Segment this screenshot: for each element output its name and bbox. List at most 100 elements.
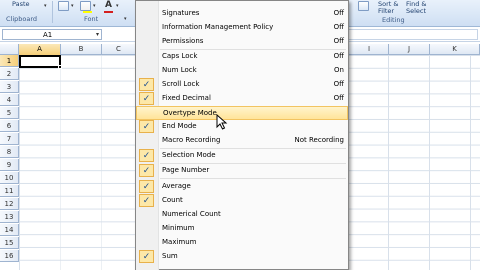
check-icon: ✓ — [139, 250, 154, 263]
menu-item-value: Off — [333, 52, 344, 60]
active-cell[interactable] — [19, 55, 61, 68]
menu-item-numerical-count[interactable]: Numerical Count — [136, 208, 348, 222]
column-header-b[interactable]: B — [61, 44, 102, 55]
menu-separator — [160, 178, 346, 179]
menu-item-scroll-lock[interactable]: ✓ Scroll Lock Off — [136, 78, 348, 92]
menu-item-sum[interactable]: ✓ Sum — [136, 250, 348, 264]
formula-controls — [105, 29, 137, 40]
font-group-label: Font — [84, 15, 99, 23]
menu-item-label: Macro Recording — [162, 136, 221, 144]
check-icon: ✓ — [139, 180, 154, 193]
name-box-value: A1 — [43, 31, 53, 39]
column-header-c[interactable]: C — [102, 44, 136, 55]
menu-item-macro-recording[interactable]: Macro Recording Not Recording — [136, 134, 348, 148]
row-header[interactable]: 9 — [0, 159, 19, 171]
check-icon: ✓ — [139, 149, 154, 162]
fill-color-bar — [83, 11, 92, 13]
menu-item-signatures[interactable]: Signatures Off — [136, 7, 348, 21]
menu-item-minimum[interactable]: Minimum — [136, 222, 348, 236]
menu-item-label: Scroll Lock — [162, 80, 200, 88]
column-header-a[interactable]: A — [19, 44, 61, 55]
menu-item-label: Minimum — [162, 224, 195, 232]
menu-item-selection-mode[interactable]: ✓ Selection Mode — [136, 149, 348, 163]
row-header[interactable]: 1 — [0, 55, 19, 67]
menu-item-value: Off — [333, 37, 344, 45]
row-header[interactable]: 7 — [0, 133, 19, 145]
menu-item-num-lock[interactable]: Num Lock On — [136, 64, 348, 78]
font-launcher-icon[interactable]: ▾ — [124, 16, 127, 22]
check-icon: ✓ — [139, 164, 154, 177]
font-color-icon[interactable]: A — [105, 0, 112, 10]
menu-item-caps-lock[interactable]: Caps Lock Off — [136, 50, 348, 64]
menu-item-label: Fixed Decimal — [162, 94, 211, 102]
row-header[interactable]: 2 — [0, 68, 19, 80]
menu-item-label: Num Lock — [162, 66, 197, 74]
menu-item-label: Overtype Mode — [163, 109, 217, 117]
row-header[interactable]: 3 — [0, 81, 19, 93]
fill-color-icon[interactable] — [80, 1, 91, 11]
row-header[interactable]: 5 — [0, 107, 19, 119]
clipboard-launcher-icon[interactable]: ▾ — [44, 3, 47, 9]
menu-item-maximum[interactable]: Maximum — [136, 236, 348, 250]
editing-group-label: Editing — [382, 16, 405, 24]
menu-item-value: Off — [333, 94, 344, 102]
menu-item-end-mode[interactable]: ✓ End Mode — [136, 120, 348, 134]
row-header[interactable]: 13 — [0, 211, 19, 223]
menu-item-label: Sum — [162, 252, 178, 260]
paste-button[interactable]: Paste — [12, 0, 30, 9]
menu-item-label: Permissions — [162, 37, 204, 45]
select-all-corner[interactable] — [0, 44, 19, 55]
menu-item-fixed-decimal[interactable]: ✓ Fixed Decimal Off — [136, 92, 348, 106]
menu-item-label: Numerical Count — [162, 210, 221, 218]
row-header[interactable]: 4 — [0, 94, 19, 106]
name-box-dropdown-icon[interactable]: ▾ — [96, 31, 99, 38]
row-header[interactable]: 16 — [0, 250, 19, 262]
menu-item-label: Average — [162, 182, 191, 190]
menu-item-value: Not Recording — [294, 136, 345, 144]
row-header[interactable]: 8 — [0, 146, 19, 158]
column-header-k[interactable]: K — [430, 44, 480, 55]
fill-color-dropdown-icon[interactable]: ▾ — [93, 3, 96, 9]
menu-item-average[interactable]: ✓ Average — [136, 180, 348, 194]
sort-filter-sub-label[interactable]: Filter — [378, 7, 394, 15]
excel-window: Paste Clipboard ▾ ▾ ▾ A ▾ Font ▾ Sort & … — [0, 0, 480, 270]
column-header-j[interactable]: J — [389, 44, 430, 55]
menu-item-label: End Mode — [162, 122, 197, 130]
font-color-dropdown-icon[interactable]: ▾ — [116, 3, 119, 9]
borders-icon[interactable] — [58, 1, 69, 11]
column-header-i[interactable]: I — [350, 44, 389, 55]
menu-item-label: Caps Lock — [162, 52, 198, 60]
row-header[interactable]: 15 — [0, 237, 19, 249]
menu-item-permissions[interactable]: Permissions Off — [136, 35, 348, 49]
row-header[interactable]: 6 — [0, 120, 19, 132]
row-header[interactable]: 14 — [0, 224, 19, 236]
customize-status-bar-menu: Signatures Off Information Management Po… — [135, 0, 349, 270]
menu-item-value: On — [334, 66, 344, 74]
menu-item-label: Maximum — [162, 238, 197, 246]
menu-item-label: Count — [162, 196, 183, 204]
menu-item-page-number[interactable]: ✓ Page Number — [136, 164, 348, 178]
find-select-sub-label[interactable]: Select — [406, 7, 426, 15]
formula-input[interactable] — [348, 29, 478, 40]
name-box[interactable]: A1 ▾ — [2, 29, 102, 40]
font-color-bar — [104, 11, 113, 13]
menu-item-count[interactable]: ✓ Count — [136, 194, 348, 208]
row-header[interactable]: 11 — [0, 185, 19, 197]
borders-dropdown-icon[interactable]: ▾ — [71, 3, 74, 9]
menu-item-label: Information Management Policy — [162, 23, 274, 31]
menu-item-label: Page Number — [162, 166, 210, 174]
check-icon: ✓ — [139, 78, 154, 91]
menu-item-label: Signatures — [162, 9, 200, 17]
row-header[interactable]: 10 — [0, 172, 19, 184]
menu-item-value: Off — [333, 9, 344, 17]
clipboard-group-label: Clipboard — [6, 15, 38, 23]
check-icon: ✓ — [139, 194, 154, 207]
menu-item-overtype-mode[interactable]: Overtype Mode — [136, 106, 348, 120]
fill-handle[interactable] — [58, 65, 62, 69]
menu-item-value: Off — [333, 80, 344, 88]
menu-item-information-management-policy[interactable]: Information Management Policy Off — [136, 21, 348, 35]
sort-filter-icon[interactable] — [358, 1, 369, 11]
row-header[interactable]: 12 — [0, 198, 19, 210]
menu-item-label: Selection Mode — [162, 151, 216, 159]
check-icon: ✓ — [139, 120, 154, 133]
